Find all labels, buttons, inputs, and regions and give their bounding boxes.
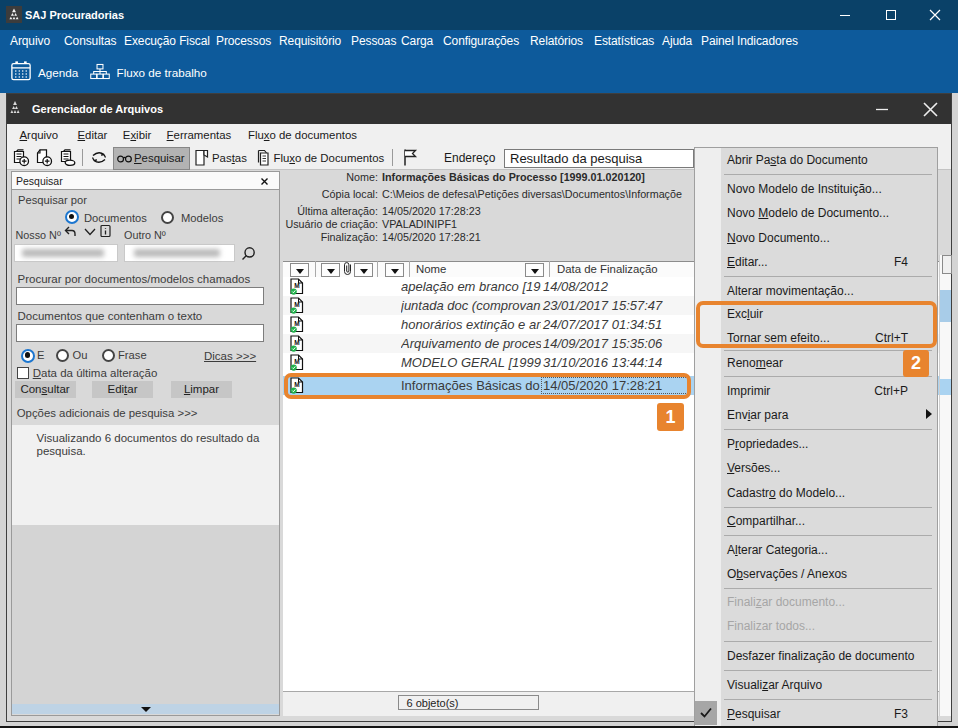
- svg-text:M: M: [294, 282, 299, 289]
- svg-text:M: M: [294, 358, 299, 365]
- svg-text:M: M: [294, 320, 299, 327]
- svg-text:M: M: [294, 301, 299, 308]
- svg-text:M: M: [294, 339, 299, 346]
